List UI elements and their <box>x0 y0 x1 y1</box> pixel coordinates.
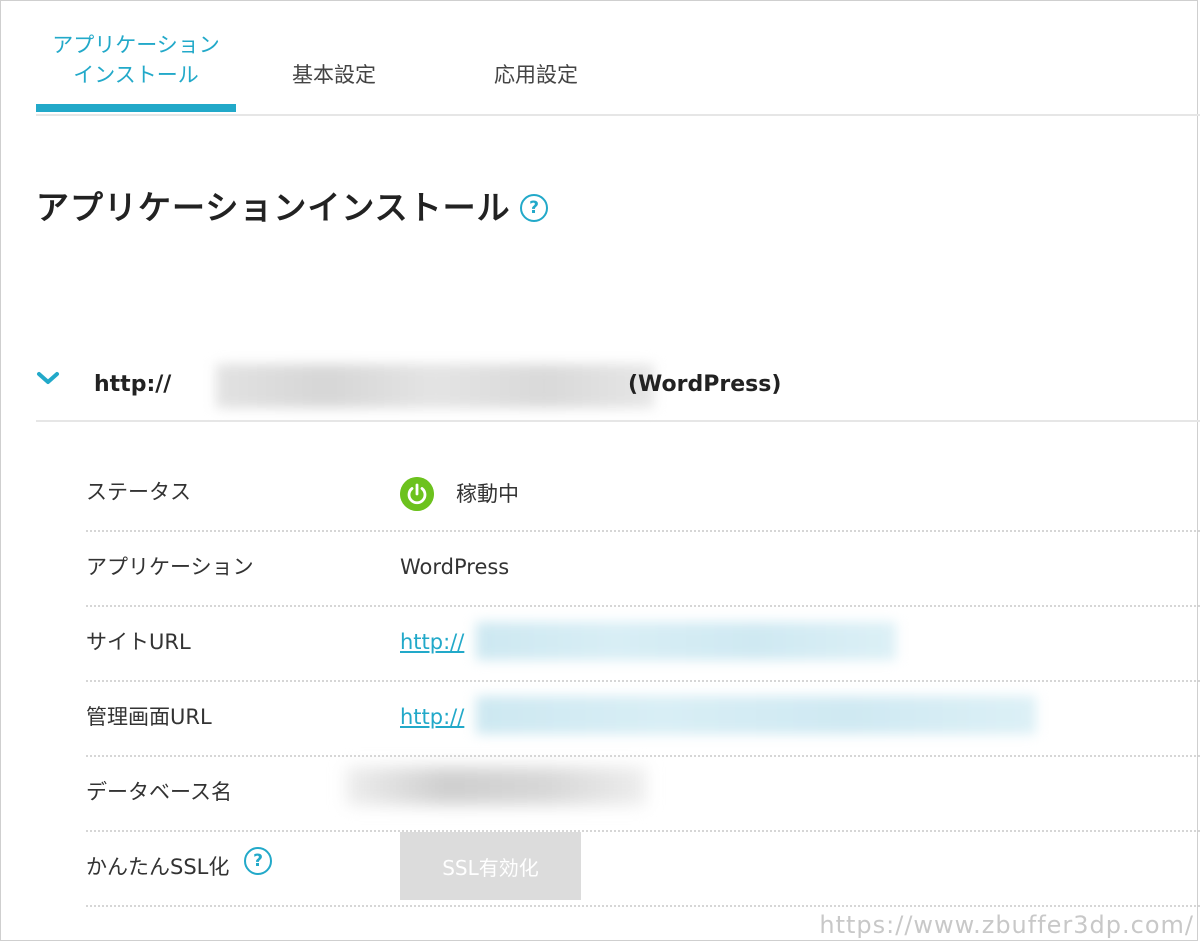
question-circle-icon[interactable]: ? <box>520 194 548 222</box>
tab-bar: アプリケーション インストール 基本設定 応用設定 <box>36 0 1200 116</box>
site-url-link[interactable]: http:// <box>400 627 464 657</box>
tab-app-install[interactable]: アプリケーション インストール <box>36 30 236 90</box>
tab-app-install-line2: インストール <box>73 63 199 87</box>
application-label: アプリケーション <box>86 555 254 579</box>
app-details: ステータス 稼動中 アプリケーション WordPress サイトURL http… <box>86 457 1200 907</box>
detail-row-status: ステータス 稼動中 <box>86 457 1200 532</box>
chevron-down-icon[interactable] <box>36 366 60 390</box>
redacted-admin-url <box>476 696 1036 734</box>
application-value: WordPress <box>400 555 510 579</box>
active-tab-indicator <box>36 104 236 112</box>
database-label: データベース名 <box>86 780 232 804</box>
admin-url-link[interactable]: http:// <box>400 702 464 732</box>
page-title: アプリケーションインストール <box>36 188 511 227</box>
detail-row-database: データベース名 <box>86 757 1200 832</box>
admin-url-label: 管理画面URL <box>86 705 212 729</box>
site-url-label: サイトURL <box>86 630 191 654</box>
redacted-site-url <box>476 622 896 660</box>
detail-row-application: アプリケーション WordPress <box>86 532 1200 607</box>
enable-ssl-button[interactable]: SSL有効化 <box>400 832 581 900</box>
power-icon <box>400 477 434 511</box>
app-url: http:// <box>94 372 172 397</box>
tab-basic-settings[interactable]: 基本設定 <box>264 60 404 90</box>
watermark: https://www.zbuffer3dp.com/ <box>819 911 1194 939</box>
detail-row-ssl: かんたんSSL化 ? SSL有効化 <box>86 832 1200 907</box>
app-kind: (WordPress) <box>628 372 782 397</box>
status-label: ステータス <box>86 480 191 504</box>
app-accordion-header[interactable]: http:// (WordPress) <box>36 350 1200 422</box>
detail-row-admin-url: 管理画面URL http:// <box>86 682 1200 757</box>
ssl-label: かんたんSSL化 <box>86 855 230 879</box>
tab-advanced-settings[interactable]: 応用設定 <box>466 60 606 90</box>
tab-app-install-line1: アプリケーション <box>52 33 220 57</box>
question-circle-icon[interactable]: ? <box>244 847 272 875</box>
detail-row-site-url: サイトURL http:// <box>86 607 1200 682</box>
status-value: 稼動中 <box>456 482 519 506</box>
redacted-database-name <box>346 767 646 805</box>
redacted-domain <box>216 364 654 408</box>
